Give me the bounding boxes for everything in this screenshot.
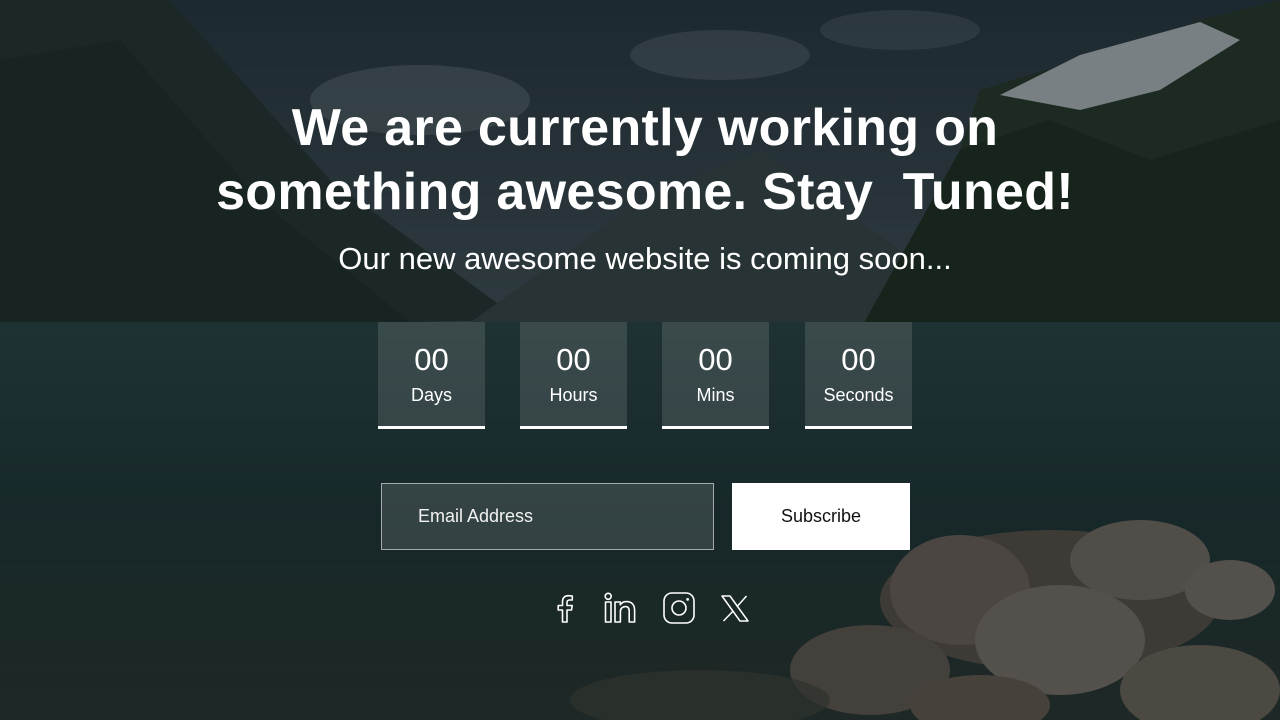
countdown-label: Days (410, 385, 452, 405)
facebook-icon (557, 594, 574, 623)
coming-soon-page: We are currently working on something aw… (0, 0, 1280, 720)
page-headline: We are currently working on something aw… (140, 96, 1150, 224)
countdown-mins: 00 Mins (662, 322, 769, 429)
linkedin-icon (604, 592, 636, 623)
subscribe-form: Subscribe (381, 483, 911, 550)
page-subheadline: Our new awesome website is coming soon..… (338, 241, 952, 276)
countdown-days: 00 Days (378, 322, 485, 429)
instagram-icon (663, 592, 695, 624)
countdown-label: Mins (696, 385, 735, 405)
subscribe-button[interactable]: Subscribe (732, 483, 910, 550)
social-links (545, 588, 755, 628)
countdown-hours: 00 Hours (520, 322, 627, 429)
email-field[interactable] (381, 483, 714, 550)
x-twitter-link[interactable] (715, 588, 755, 628)
headline-line-1: We are currently working on (291, 99, 999, 157)
instagram-link[interactable] (659, 588, 699, 628)
facebook-link[interactable] (545, 588, 585, 628)
countdown-value: 00 (841, 342, 876, 377)
countdown-value: 00 (556, 342, 591, 377)
x-twitter-icon (721, 595, 749, 622)
headline-line-2: something awesome. Stay Tuned! (216, 163, 1074, 221)
countdown-timer: 00 Days 00 Hours 00 Mins 00 Seconds (378, 322, 918, 432)
countdown-label: Seconds (823, 385, 894, 405)
countdown-label: Hours (549, 385, 598, 405)
main-content: We are currently working on something aw… (0, 0, 1280, 720)
countdown-value: 00 (414, 342, 449, 377)
countdown-value: 00 (698, 342, 733, 377)
linkedin-link[interactable] (601, 588, 641, 628)
countdown-seconds: 00 Seconds (805, 322, 912, 429)
